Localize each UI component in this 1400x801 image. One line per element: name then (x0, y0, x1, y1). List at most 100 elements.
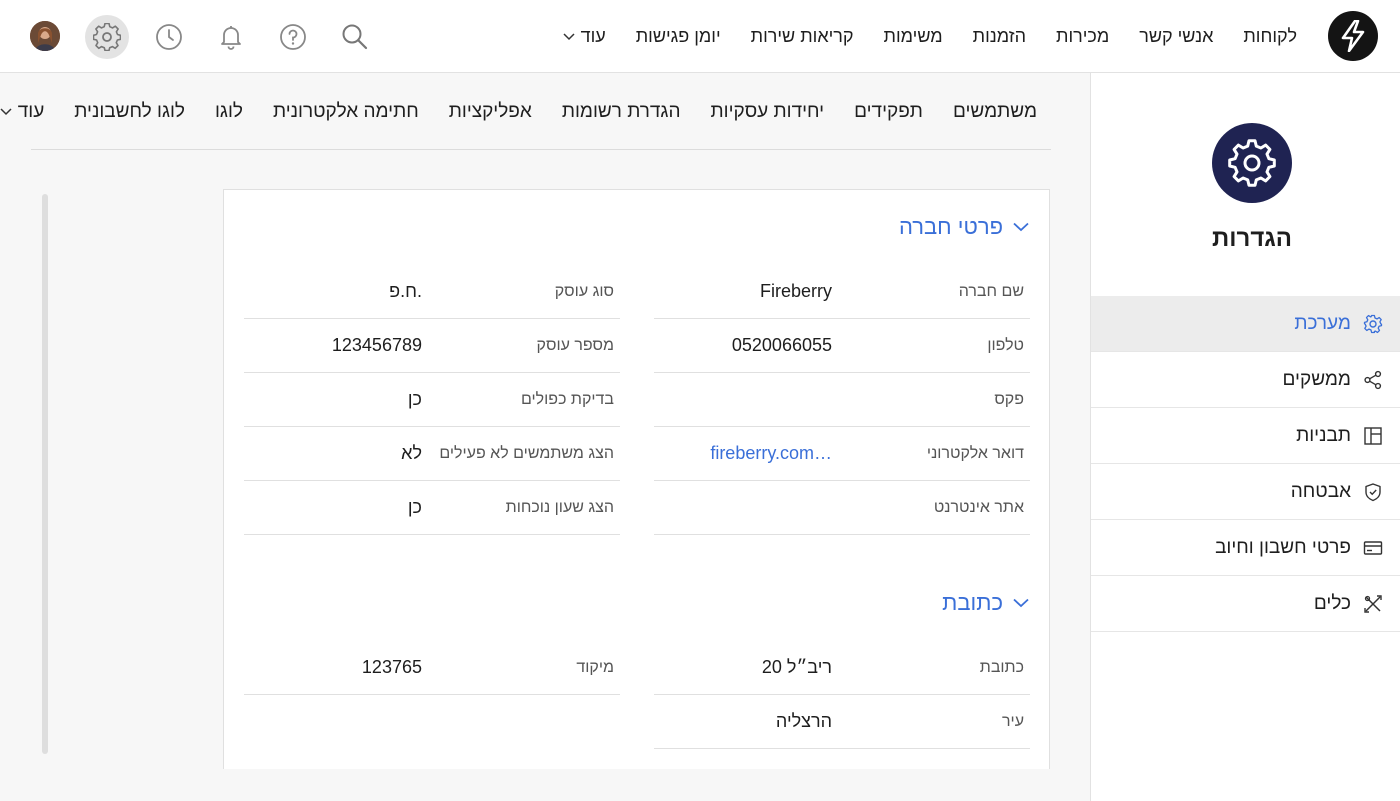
field-value: לא (401, 443, 422, 463)
chevron-down-icon (563, 32, 575, 41)
settings-badge (1212, 123, 1292, 203)
field-duplicate-check[interactable]: בדיקת כפולים כן (244, 373, 620, 427)
field-zip[interactable]: מיקוד 123765 (244, 641, 620, 695)
field-value: ריב״ל 20 (761, 657, 832, 677)
sidebar-item-integrations[interactable]: ממשקים (1091, 352, 1400, 408)
nav-more-label: עוד (580, 26, 606, 46)
sidebar-item-label: מערכת (1294, 312, 1351, 334)
tools-icon (1363, 594, 1383, 614)
settings-sidebar: הגדרות מערכת ממשקים תבניות אבטחה פרטי חש… (1090, 73, 1400, 801)
field-show-attendance-clock[interactable]: הצג שעון נוכחות כן (244, 481, 620, 535)
gear-icon[interactable] (85, 15, 129, 59)
nav-customers[interactable]: לקוחות (1243, 26, 1297, 47)
top-bar: לקוחות אנשי קשר מכירות הזמנות משימות קרי… (0, 0, 1400, 73)
bolt-icon (1341, 20, 1365, 52)
field-value: כן (407, 389, 422, 409)
field-label: סוג עוסק (554, 282, 614, 300)
chevron-down-icon (0, 107, 12, 116)
sidebar-item-tools[interactable]: כלים (1091, 576, 1400, 632)
sidebar-item-billing[interactable]: פרטי חשבון וחיוב (1091, 520, 1400, 576)
history-icon[interactable] (147, 15, 191, 59)
field-label: מיקוד (576, 658, 614, 676)
tab-applications[interactable]: אפליקציות (449, 101, 532, 123)
sidebar-item-label: ממשקים (1282, 368, 1351, 390)
sidebar-item-label: תבניות (1296, 424, 1351, 446)
share-icon (1363, 370, 1383, 390)
field-website[interactable]: אתר אינטרנט (654, 481, 1030, 535)
field-label: הצג משתמשים לא פעילים (439, 444, 614, 462)
tab-record-settings[interactable]: הגדרת רשומות (562, 101, 681, 123)
main-nav: לקוחות אנשי קשר מכירות הזמנות משימות קרי… (563, 0, 1297, 73)
avatar[interactable] (30, 21, 60, 51)
field-business-type[interactable]: סוג עוסק ח.פ. (244, 265, 620, 319)
field-fax[interactable]: פקס (654, 373, 1030, 427)
email-link[interactable]: fireberry.com… (710, 427, 832, 480)
sidebar-item-system[interactable]: מערכת (1091, 296, 1400, 352)
section-title: פרטי חברה (898, 214, 1003, 239)
tab-logo[interactable]: לוגו (215, 101, 243, 123)
nav-calendar[interactable]: יומן פגישות (636, 26, 721, 47)
card-icon (1363, 538, 1383, 558)
field-label: אתר אינטרנט (933, 498, 1024, 516)
tab-roles[interactable]: תפקידים (854, 101, 923, 123)
field-label: דואר אלקטרוני (926, 444, 1024, 462)
shield-icon (1363, 482, 1383, 502)
company-details-card: פרטי חברה שם חברה Fireberry טלפון 052006… (223, 189, 1050, 769)
nav-service-calls[interactable]: קריאות שירות (751, 26, 854, 47)
field-value: 0520066055 (731, 335, 832, 355)
bell-icon[interactable] (209, 15, 253, 59)
company-section-header[interactable]: פרטי חברה (899, 214, 1029, 240)
field-label: מספר עוסק (536, 336, 614, 354)
field-value: ח.פ. (389, 281, 422, 301)
field-label: כתובת (979, 658, 1024, 676)
template-icon (1363, 426, 1383, 446)
settings-tabs: משתמשים תפקידים יחידות עסקיות הגדרת רשומ… (0, 74, 1037, 149)
tab-more-button[interactable]: עוד (0, 101, 44, 123)
field-show-inactive-users[interactable]: הצג משתמשים לא פעילים לא (244, 427, 620, 481)
search-icon[interactable] (333, 15, 377, 59)
sidebar-item-label: כלים (1313, 592, 1351, 614)
gear-icon (1363, 314, 1383, 334)
nav-more-button[interactable]: עוד (563, 26, 606, 47)
tab-e-signature[interactable]: חתימה אלקטרונית (273, 101, 419, 123)
nav-sales[interactable]: מכירות (1056, 26, 1109, 47)
field-city[interactable]: עיר הרצליה (654, 695, 1030, 749)
section-title: כתובת (942, 590, 1003, 615)
tab-invoice-logo[interactable]: לוגו לחשבונית (74, 101, 185, 123)
nav-contacts[interactable]: אנשי קשר (1139, 26, 1213, 47)
tab-business-units[interactable]: יחידות עסקיות (711, 101, 825, 123)
help-icon[interactable] (271, 15, 315, 59)
field-company-name[interactable]: שם חברה Fireberry (654, 265, 1030, 319)
field-label: פקס (994, 390, 1024, 408)
scrollbar[interactable] (42, 194, 48, 754)
field-value: 123765 (361, 657, 422, 677)
chevron-down-icon (1013, 598, 1029, 608)
sidebar-menu: מערכת ממשקים תבניות אבטחה פרטי חשבון וחי… (1091, 296, 1400, 632)
gear-icon (1228, 139, 1276, 187)
app-logo[interactable] (1328, 11, 1378, 61)
sidebar-item-label: אבטחה (1290, 480, 1351, 502)
field-label: טלפון (987, 336, 1024, 354)
field-value: הרצליה (775, 711, 832, 731)
address-section-header[interactable]: כתובת (942, 590, 1029, 616)
field-value: Fireberry (759, 281, 832, 301)
nav-orders[interactable]: הזמנות (973, 26, 1026, 47)
field-value: 123456789 (331, 335, 422, 355)
field-label: הצג שעון נוכחות (505, 498, 614, 516)
tab-users[interactable]: משתמשים (953, 101, 1037, 123)
field-email[interactable]: דואר אלקטרוני fireberry.com… (654, 427, 1030, 481)
field-address[interactable]: כתובת ריב״ל 20 (654, 641, 1030, 695)
sidebar-item-label: פרטי חשבון וחיוב (1215, 536, 1351, 558)
field-label: בדיקת כפולים (520, 390, 614, 408)
chevron-down-icon (1013, 222, 1029, 232)
field-business-number[interactable]: מספר עוסק 123456789 (244, 319, 620, 373)
tabs-divider (31, 149, 1051, 150)
nav-tasks[interactable]: משימות (884, 26, 943, 47)
sidebar-item-security[interactable]: אבטחה (1091, 464, 1400, 520)
field-label: שם חברה (958, 282, 1024, 300)
field-label: עיר (1001, 712, 1024, 730)
field-value: כן (407, 497, 422, 517)
sidebar-item-templates[interactable]: תבניות (1091, 408, 1400, 464)
sidebar-title: הגדרות (1212, 225, 1292, 252)
field-phone[interactable]: טלפון 0520066055 (654, 319, 1030, 373)
